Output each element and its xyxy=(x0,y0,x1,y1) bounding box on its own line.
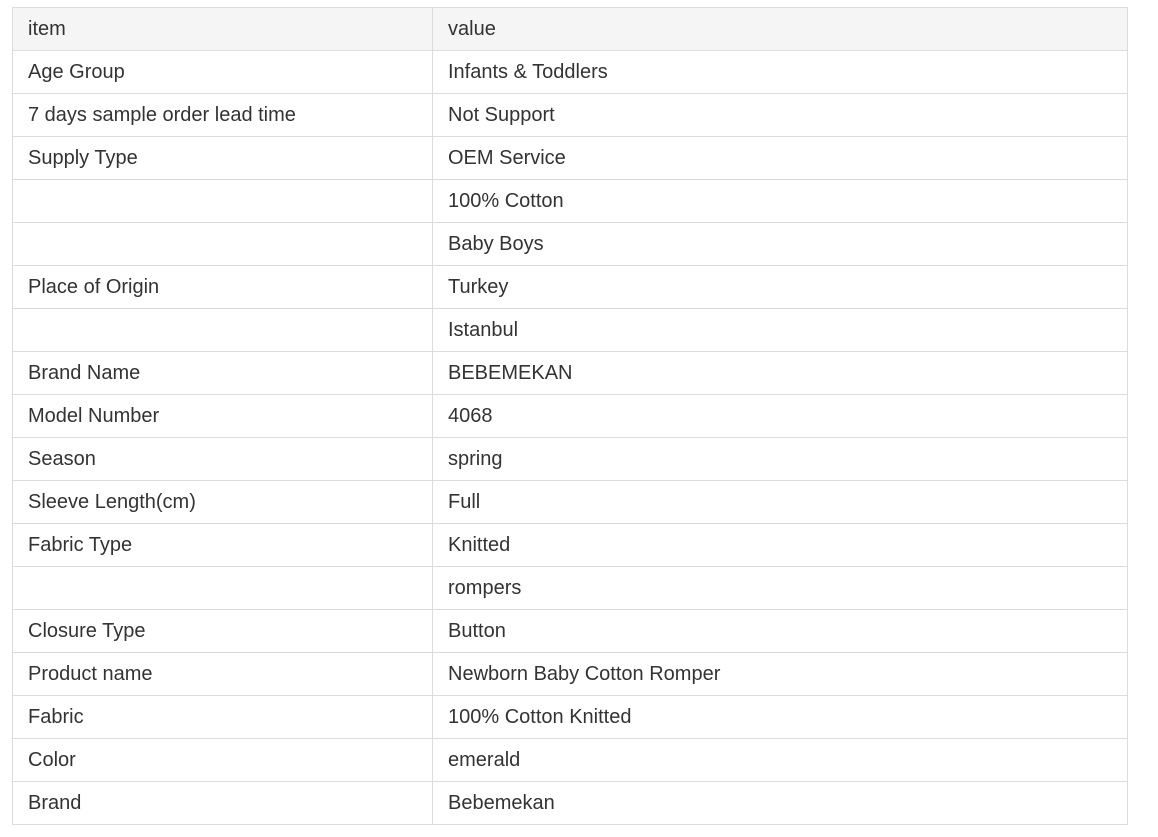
value-cell: 100% Cotton xyxy=(432,179,1128,223)
item-cell: Fabric xyxy=(12,695,433,739)
value-cell: Bebemekan xyxy=(432,781,1128,825)
item-cell: Brand Name xyxy=(12,351,433,395)
value-cell: rompers xyxy=(432,566,1128,610)
table-row: Sleeve Length(cm) Full xyxy=(12,480,1128,524)
value-cell: 4068 xyxy=(432,394,1128,438)
item-cell xyxy=(12,566,433,610)
item-cell: Fabric Type xyxy=(12,523,433,567)
value-cell: Turkey xyxy=(432,265,1128,309)
item-cell: Model Number xyxy=(12,394,433,438)
item-cell: 7 days sample order lead time xyxy=(12,93,433,137)
table-row: Fabric Type Knitted xyxy=(12,523,1128,567)
table-row: Fabric 100% Cotton Knitted xyxy=(12,695,1128,739)
item-cell: Season xyxy=(12,437,433,481)
table-row: Istanbul xyxy=(12,308,1128,352)
table-row: Supply Type OEM Service xyxy=(12,136,1128,180)
table-row: Color emerald xyxy=(12,738,1128,782)
value-cell: OEM Service xyxy=(432,136,1128,180)
value-cell: emerald xyxy=(432,738,1128,782)
value-cell: Istanbul xyxy=(432,308,1128,352)
table-row: Age Group Infants & Toddlers xyxy=(12,50,1128,94)
table-row: Brand Name BEBEMEKAN xyxy=(12,351,1128,395)
item-cell: Sleeve Length(cm) xyxy=(12,480,433,524)
table-row: rompers xyxy=(12,566,1128,610)
header-value-cell: value xyxy=(432,7,1128,51)
table-row: Place of Origin Turkey xyxy=(12,265,1128,309)
header-item-cell: item xyxy=(12,7,433,51)
item-cell: Color xyxy=(12,738,433,782)
value-cell: Button xyxy=(432,609,1128,653)
item-cell xyxy=(12,222,433,266)
item-cell: Closure Type xyxy=(12,609,433,653)
item-cell: Place of Origin xyxy=(12,265,433,309)
table-row: Closure Type Button xyxy=(12,609,1128,653)
value-cell: spring xyxy=(432,437,1128,481)
table-row: Baby Boys xyxy=(12,222,1128,266)
value-cell: Not Support xyxy=(432,93,1128,137)
table-header-row: item value xyxy=(12,7,1128,51)
item-cell xyxy=(12,308,433,352)
table-row: Brand Bebemekan xyxy=(12,781,1128,825)
table-row: Model Number 4068 xyxy=(12,394,1128,438)
table-row: Product name Newborn Baby Cotton Romper xyxy=(12,652,1128,696)
value-cell: Newborn Baby Cotton Romper xyxy=(432,652,1128,696)
value-cell: 100% Cotton Knitted xyxy=(432,695,1128,739)
value-cell: Full xyxy=(432,480,1128,524)
table-row: Season spring xyxy=(12,437,1128,481)
item-cell: Supply Type xyxy=(12,136,433,180)
item-cell: Age Group xyxy=(12,50,433,94)
table-row: 7 days sample order lead time Not Support xyxy=(12,93,1128,137)
value-cell: Infants & Toddlers xyxy=(432,50,1128,94)
value-cell: Baby Boys xyxy=(432,222,1128,266)
value-cell: Knitted xyxy=(432,523,1128,567)
product-spec-table: item value Age Group Infants & Toddlers 7 … xyxy=(12,7,1128,825)
item-cell: Brand xyxy=(12,781,433,825)
item-cell: Product name xyxy=(12,652,433,696)
value-cell: BEBEMEKAN xyxy=(432,351,1128,395)
item-cell xyxy=(12,179,433,223)
table-row: 100% Cotton xyxy=(12,179,1128,223)
spec-table-body: item value Age Group Infants & Toddlers 7 … xyxy=(12,7,1128,825)
